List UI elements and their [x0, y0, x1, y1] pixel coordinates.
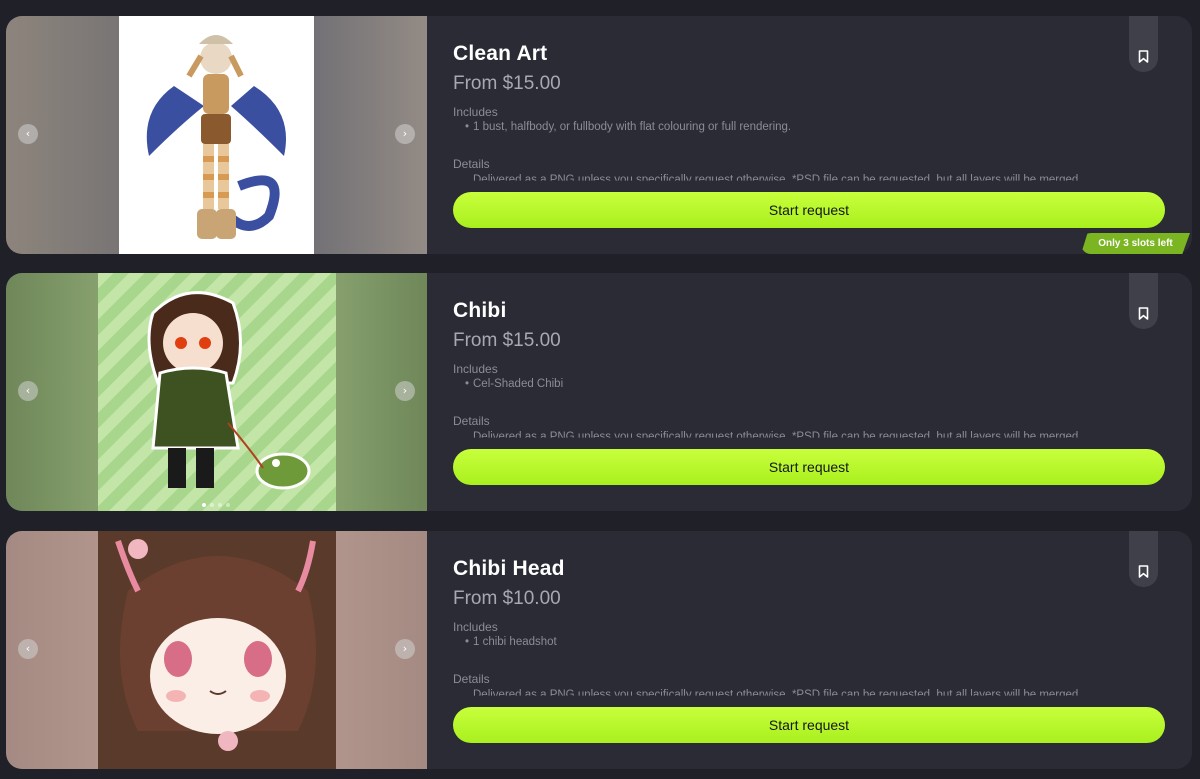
bookmark-button[interactable]: [1129, 273, 1158, 329]
includes-item: 1 chibi headshot: [465, 636, 557, 648]
bookmark-icon: [1138, 307, 1149, 320]
card-title: Clean Art: [453, 42, 548, 65]
gallery-next-button[interactable]: ›: [395, 124, 415, 144]
card-info: Chibi From $15.00 Includes Cel-Shaded Ch…: [453, 273, 1165, 511]
start-request-button[interactable]: Start request: [453, 192, 1165, 228]
gallery-dot[interactable]: [226, 503, 230, 507]
gallery-next-button[interactable]: ›: [395, 639, 415, 659]
start-request-button[interactable]: Start request: [453, 449, 1165, 485]
gallery-dot[interactable]: [218, 503, 222, 507]
commission-card-chibi-head: ‹ › Chibi Head From $10.00 Includes 1 ch…: [6, 531, 1192, 769]
bookmark-button[interactable]: [1129, 16, 1158, 72]
details-item: Delivered as a PNG unless you specifical…: [473, 431, 1082, 438]
gallery-prev-button[interactable]: ‹: [18, 381, 38, 401]
image-gallery: ‹ ›: [6, 273, 427, 511]
artwork-image: [98, 273, 336, 511]
artwork-image: [98, 531, 336, 769]
slots-left-badge: Only 3 slots left: [1081, 233, 1190, 254]
bookmark-icon: [1138, 565, 1149, 578]
details-label: Details: [453, 672, 490, 686]
artwork-image: [119, 16, 314, 254]
gallery-dots: [202, 503, 230, 507]
gallery-prev-button[interactable]: ‹: [18, 639, 38, 659]
includes-label: Includes: [453, 620, 498, 634]
card-price: From $15.00: [453, 73, 561, 94]
gallery-dot[interactable]: [210, 503, 214, 507]
card-info: Chibi Head From $10.00 Includes 1 chibi …: [453, 531, 1165, 769]
gallery-dot[interactable]: [202, 503, 206, 507]
gallery-next-button[interactable]: ›: [395, 381, 415, 401]
card-info: Clean Art From $15.00 Includes 1 bust, h…: [453, 16, 1165, 254]
bookmark-icon: [1138, 50, 1149, 63]
details-item: Delivered as a PNG unless you specifical…: [473, 174, 1082, 181]
card-title: Chibi Head: [453, 557, 565, 580]
card-price: From $10.00: [453, 588, 561, 609]
commission-card-chibi: ‹ › Chibi From $15.00 Includes Cel-Shade…: [6, 273, 1192, 511]
gallery-prev-button[interactable]: ‹: [18, 124, 38, 144]
bookmark-button[interactable]: [1129, 531, 1158, 587]
details-item: Delivered as a PNG unless you specifical…: [473, 689, 1082, 696]
commission-card-clean-art: ‹ › Clean Art From $15.00 Includes 1 bus…: [6, 16, 1192, 254]
includes-item: Cel-Shaded Chibi: [465, 378, 563, 390]
includes-item: 1 bust, halfbody, or fullbody with flat …: [465, 121, 791, 133]
card-price: From $15.00: [453, 330, 561, 351]
image-gallery: ‹ ›: [6, 16, 427, 254]
includes-label: Includes: [453, 362, 498, 376]
image-gallery: ‹ ›: [6, 531, 427, 769]
card-title: Chibi: [453, 299, 507, 322]
details-label: Details: [453, 157, 490, 171]
start-request-button[interactable]: Start request: [453, 707, 1165, 743]
includes-label: Includes: [453, 105, 498, 119]
details-label: Details: [453, 414, 490, 428]
